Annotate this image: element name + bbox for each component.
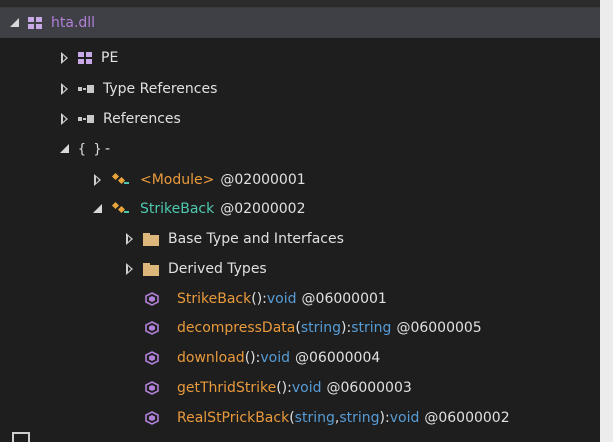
collapsed-arrow-icon[interactable] bbox=[93, 173, 105, 187]
tree-node-hta-dll[interactable]: hta.dll bbox=[0, 8, 600, 38]
class-name: <Module> bbox=[140, 172, 215, 188]
method-name: download bbox=[177, 350, 245, 366]
param-type: string bbox=[294, 410, 335, 426]
metadata-token: @02000001 bbox=[220, 172, 306, 188]
reference-icon bbox=[78, 84, 94, 94]
tree-node-label: Derived Types bbox=[168, 261, 267, 277]
namespace-icon: { } bbox=[78, 141, 102, 157]
return-type: string bbox=[351, 320, 392, 336]
collapsed-arrow-icon[interactable] bbox=[125, 232, 137, 246]
expanded-arrow-icon[interactable] bbox=[10, 16, 22, 30]
return-type: void bbox=[291, 380, 322, 396]
method-icon bbox=[145, 321, 159, 335]
method-row[interactable]: decompressData(string) : string @06000005 bbox=[0, 313, 600, 343]
metadata-token: @06000005 bbox=[396, 320, 482, 336]
method-icon bbox=[145, 381, 159, 395]
param-type: string bbox=[300, 320, 342, 336]
param-type: string bbox=[339, 410, 380, 426]
tree-node-label: PE bbox=[101, 50, 119, 66]
class-name: StrikeBack bbox=[140, 201, 215, 217]
collapsed-arrow-icon[interactable] bbox=[60, 82, 72, 96]
metadata-token: @06000002 bbox=[424, 410, 510, 426]
method-name: RealStPrickBack bbox=[177, 410, 290, 426]
window-icon bbox=[12, 432, 30, 442]
class-icon bbox=[111, 201, 131, 217]
method-icon bbox=[145, 292, 159, 306]
tree-node-class-strikeback[interactable]: StrikeBack @02000002 bbox=[0, 194, 600, 224]
assembly-icon bbox=[28, 17, 42, 29]
expanded-arrow-icon[interactable] bbox=[60, 142, 72, 156]
folder-icon bbox=[143, 232, 159, 246]
return-type: void bbox=[266, 291, 297, 307]
return-type: void bbox=[260, 350, 290, 366]
pe-icon bbox=[78, 52, 92, 64]
module-class-icon bbox=[111, 172, 131, 188]
tree-node-module[interactable]: <Module> @02000001 bbox=[0, 165, 600, 195]
collapsed-arrow-icon[interactable] bbox=[125, 262, 137, 276]
tree-node-type-references[interactable]: Type References bbox=[0, 74, 600, 104]
method-name: decompressData bbox=[177, 320, 296, 336]
header-strip bbox=[0, 0, 600, 8]
method-row[interactable]: StrikeBack() : void @06000001 bbox=[0, 284, 600, 314]
tree-node-label: References bbox=[103, 111, 181, 127]
assembly-explorer: hta.dll PE Type References References {… bbox=[0, 0, 600, 442]
folder-icon bbox=[143, 262, 159, 276]
method-name: StrikeBack bbox=[177, 291, 252, 307]
tree-node-base-types[interactable]: Base Type and Interfaces bbox=[0, 224, 600, 254]
tree-node-namespace[interactable]: { } - bbox=[0, 134, 600, 164]
expanded-arrow-icon[interactable] bbox=[93, 202, 105, 216]
method-icon bbox=[145, 351, 159, 365]
return-type: void bbox=[389, 410, 420, 426]
metadata-token: @06000003 bbox=[326, 380, 412, 396]
namespace-name: - bbox=[105, 141, 111, 157]
method-row[interactable]: getThridStrike() : void @06000003 bbox=[0, 373, 600, 403]
tree-node-label: Base Type and Interfaces bbox=[168, 231, 344, 247]
tree-node-references[interactable]: References bbox=[0, 104, 600, 134]
metadata-token: @06000001 bbox=[301, 291, 387, 307]
collapsed-arrow-icon[interactable] bbox=[60, 51, 72, 65]
tree-node-derived-types[interactable]: Derived Types bbox=[0, 254, 600, 284]
tree-node-label: Type References bbox=[103, 81, 218, 97]
collapsed-arrow-icon[interactable] bbox=[60, 112, 72, 126]
metadata-token: @02000002 bbox=[220, 201, 306, 217]
tree-node-label: hta.dll bbox=[51, 15, 96, 31]
method-icon bbox=[145, 411, 159, 425]
method-row[interactable]: download() : void @06000004 bbox=[0, 343, 600, 373]
method-row[interactable]: RealStPrickBack(string, string) : void @0… bbox=[0, 403, 600, 433]
metadata-token: @06000004 bbox=[295, 350, 381, 366]
method-name: getThridStrike bbox=[177, 380, 277, 396]
tree-node-pe[interactable]: PE bbox=[0, 43, 600, 73]
reference-icon bbox=[78, 114, 94, 124]
